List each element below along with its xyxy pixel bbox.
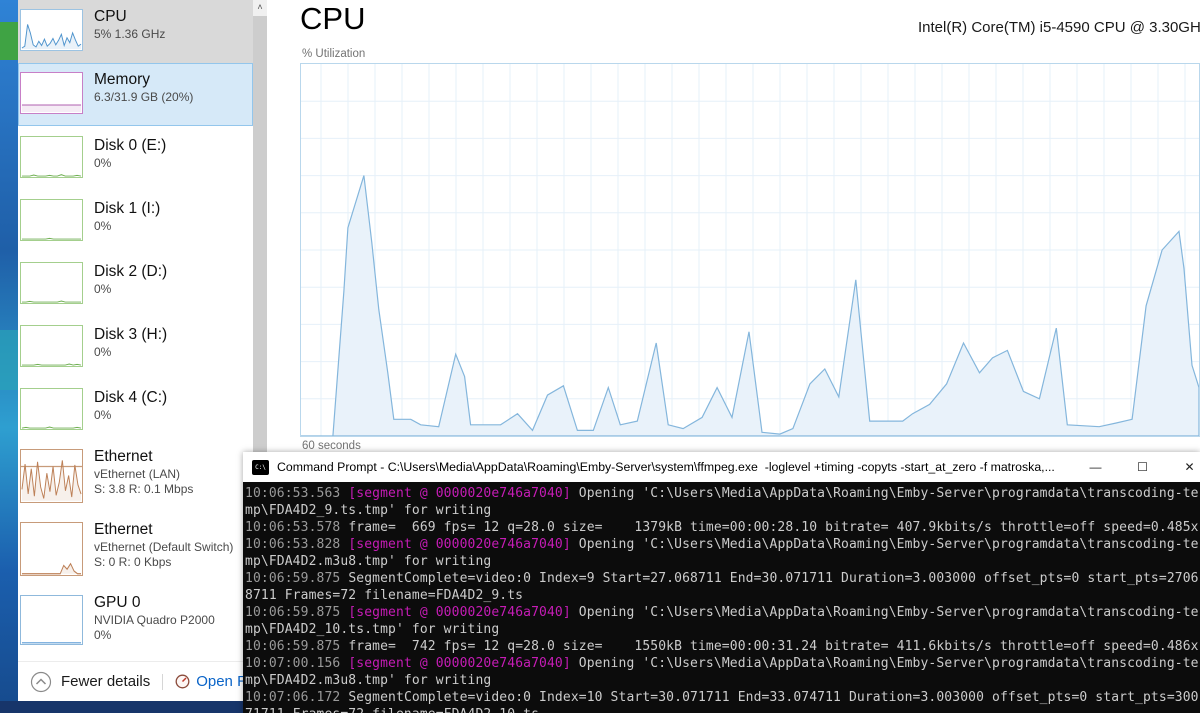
maximize-button[interactable]: ☐ xyxy=(1119,452,1166,482)
footer-divider xyxy=(162,673,164,690)
sidebar-item-title: Disk 1 (I:) xyxy=(94,200,161,217)
sidebar-item-detail: S: 0 R: 0 Kbps xyxy=(94,555,172,569)
disk-3-h-graph-thumbnail xyxy=(20,325,83,367)
sidebar-item-disk-4-c[interactable]: Disk 4 (C:) 0% xyxy=(18,384,253,447)
terminal-line: 10:06:59.875 SegmentComplete=video:0 Ind… xyxy=(245,571,1199,586)
cpu-utilization-chart xyxy=(300,63,1200,437)
terminal-line: 10:06:53.828 [segment @ 0000020e746a7040… xyxy=(245,537,1199,552)
ethernet-default-switch-graph-thumbnail xyxy=(20,522,83,576)
sidebar-item-title: Disk 3 (H:) xyxy=(94,326,168,343)
ethernet-lan-graph-thumbnail xyxy=(20,449,83,503)
sidebar-item-detail: 0% xyxy=(94,282,112,296)
cpu-device-name: Intel(R) Core(TM) i5-4590 CPU @ 3.30GHz xyxy=(918,19,1200,36)
cmd-window-title: Command Prompt - C:\Users\Media\AppData\… xyxy=(277,460,1055,474)
cmd-window-controls: — ☐ ✕ xyxy=(1072,452,1200,482)
cpu-utilization-area-graph xyxy=(301,64,1199,436)
desktop-icon xyxy=(0,22,18,60)
sidebar-item-detail: vEthernet (LAN) xyxy=(94,467,181,481)
terminal-line: mp\FDA4D2_10.ts.tmp' for writing xyxy=(245,622,500,637)
sidebar-item-disk-0-e[interactable]: Disk 0 (E:) 0% xyxy=(18,132,253,195)
terminal-line: mp\FDA4D2.m3u8.tmp' for writing xyxy=(245,554,492,569)
sidebar-item-memory[interactable]: Memory 6.3/31.9 GB (20%) xyxy=(18,63,253,126)
sidebar-item-detail: 0% xyxy=(94,345,112,359)
sidebar-item-detail: NVIDIA Quadro P2000 xyxy=(94,613,215,627)
sidebar-item-title: Memory xyxy=(94,71,150,88)
sidebar-item-title: Disk 2 (D:) xyxy=(94,263,168,280)
sidebar-item-title: Ethernet xyxy=(94,448,153,465)
terminal-line: 10:06:53.563 [segment @ 0000020e746a7040… xyxy=(245,486,1199,501)
chevron-up-circle-icon xyxy=(30,671,52,692)
fewer-details-label: Fewer details xyxy=(61,673,151,690)
sidebar-item-detail: 0% xyxy=(94,156,112,170)
cpu-graph-thumbnail xyxy=(20,9,83,51)
terminal-output[interactable]: 10:06:53.563 [segment @ 0000020e746a7040… xyxy=(243,482,1200,713)
sidebar-item-detail: 5% 1.36 GHz xyxy=(94,27,166,41)
sidebar-item-title: Disk 0 (E:) xyxy=(94,137,167,154)
gpu-0-graph-thumbnail xyxy=(20,595,83,645)
desktop-background xyxy=(0,0,18,713)
terminal-line: 8711 Frames=72 filename=FDA4D2_9.ts xyxy=(245,588,524,603)
terminal-line: 10:07:06.172 SegmentComplete=video:0 Ind… xyxy=(245,690,1199,705)
sidebar-item-title: Ethernet xyxy=(94,521,153,538)
sidebar-item-disk-3-h[interactable]: Disk 3 (H:) 0% xyxy=(18,321,253,384)
minimize-button[interactable]: — xyxy=(1072,452,1119,482)
close-button[interactable]: ✕ xyxy=(1166,452,1200,482)
sidebar-item-ethernet-default-switch[interactable]: Ethernet vEthernet (Default Switch) S: 0 R… xyxy=(18,520,253,593)
sidebar-item-ethernet-lan[interactable]: Ethernet vEthernet (LAN) S: 3.8 R: 0.1 Mbp… xyxy=(18,447,253,520)
sidebar-item-disk-1-i[interactable]: Disk 1 (I:) 0% xyxy=(18,195,253,258)
resource-monitor-gauge-icon xyxy=(175,674,190,689)
terminal-line: 10:07:00.156 [segment @ 0000020e746a7040… xyxy=(245,656,1199,671)
sidebar-item-title: Disk 4 (C:) xyxy=(94,389,168,406)
terminal-line: 71711 Frames=72 filename=FDA4D2_10.ts xyxy=(245,706,1200,713)
performance-sidebar: CPU 5% 1.36 GHz Memory 6.3/31.9 GB (20%) Dis… xyxy=(18,0,253,661)
y-axis-label: % Utilization xyxy=(302,48,366,60)
x-axis-label: 60 seconds xyxy=(302,440,361,452)
sidebar-item-detail: 0% xyxy=(94,628,112,642)
disk-4-c-graph-thumbnail xyxy=(20,388,83,430)
memory-graph-thumbnail xyxy=(20,72,83,114)
sidebar-item-cpu[interactable]: CPU 5% 1.36 GHz xyxy=(18,0,253,63)
disk-0-e-graph-thumbnail xyxy=(20,136,83,178)
cmd-icon: C:\ xyxy=(252,459,269,475)
sidebar-item-detail: 0% xyxy=(94,219,112,233)
sidebar-item-detail: S: 3.8 R: 0.1 Mbps xyxy=(94,482,194,496)
terminal-line: mp\FDA4D2_9.ts.tmp' for writing xyxy=(245,503,492,518)
sidebar-item-gpu-0[interactable]: GPU 0 NVIDIA Quadro P2000 0% xyxy=(18,593,253,655)
screen: CPU 5% 1.36 GHz Memory 6.3/31.9 GB (20%) Dis… xyxy=(0,0,1200,713)
disk-2-d-graph-thumbnail xyxy=(20,262,83,304)
sidebar-item-title: GPU 0 xyxy=(94,594,141,611)
page-title: CPU xyxy=(300,1,366,36)
cmd-title-bar[interactable]: C:\ Command Prompt - C:\Users\Media\AppD… xyxy=(243,452,1200,482)
terminal-line: 10:06:59.875 [segment @ 0000020e746a7040… xyxy=(245,605,1199,620)
sidebar-item-disk-2-d[interactable]: Disk 2 (D:) 0% xyxy=(18,258,253,321)
terminal-line: 10:06:59.875 frame= 742 fps= 12 q=28.0 s… xyxy=(245,639,1199,654)
fewer-details-button[interactable]: Fewer details xyxy=(30,671,150,693)
sidebar-item-detail: 0% xyxy=(94,408,112,422)
sidebar-item-title: CPU xyxy=(94,8,127,25)
desktop-wallpaper-detail xyxy=(0,330,18,390)
terminal-line: mp\FDA4D2.m3u8.tmp' for writing xyxy=(245,673,492,688)
scroll-up-icon[interactable]: ˄ xyxy=(253,0,267,15)
terminal-line: 10:06:53.578 frame= 669 fps= 12 q=28.0 s… xyxy=(245,520,1199,535)
command-prompt-window: C:\ Command Prompt - C:\Users\Media\AppD… xyxy=(243,452,1200,713)
disk-1-i-graph-thumbnail xyxy=(20,199,83,241)
sidebar-item-detail: vEthernet (Default Switch) xyxy=(94,540,234,554)
sidebar-item-detail: 6.3/31.9 GB (20%) xyxy=(94,90,194,104)
taskbar xyxy=(0,701,243,713)
